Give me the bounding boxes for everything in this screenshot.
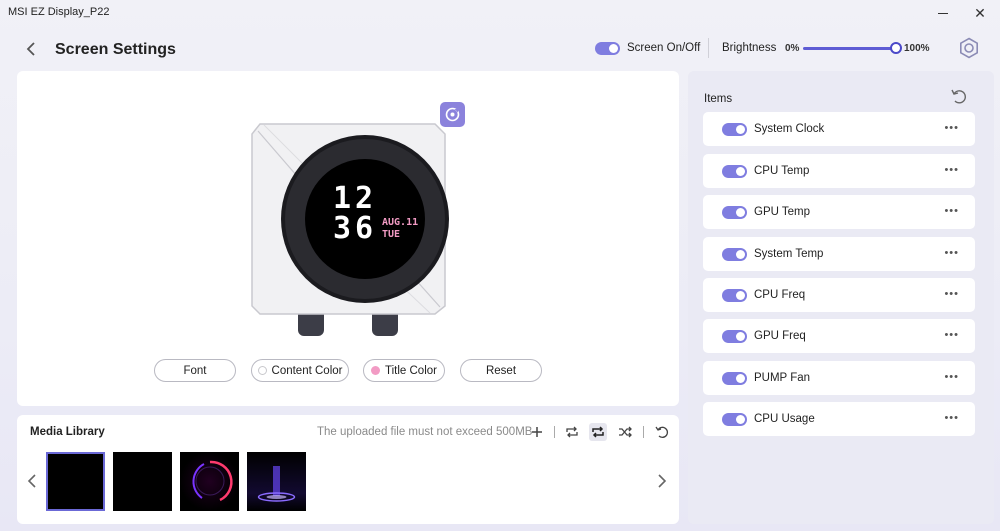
item-label: GPU Freq xyxy=(754,330,806,342)
item-cpu-temp[interactable]: CPU Temp ••• xyxy=(703,154,975,188)
ellipsis-icon[interactable]: ••• xyxy=(944,329,959,341)
item-label: System Clock xyxy=(754,123,825,135)
undo-icon xyxy=(951,89,966,104)
item-label: CPU Usage xyxy=(754,413,815,425)
minimize-button[interactable] xyxy=(928,2,958,24)
ellipsis-icon[interactable]: ••• xyxy=(944,164,959,176)
item-toggle[interactable] xyxy=(722,329,747,343)
title-bar: MSI EZ Display_P22 ✕ xyxy=(0,0,1000,26)
repeat-icon xyxy=(566,426,578,438)
loop-button[interactable] xyxy=(589,423,607,441)
items-panel: Items System Clock ••• CPU Temp ••• GPU … xyxy=(688,71,994,524)
brightness-slider-track[interactable] xyxy=(803,47,895,50)
clock-hour: 12 xyxy=(333,181,378,216)
brightness-max-label: 100% xyxy=(904,43,930,54)
close-button[interactable]: ✕ xyxy=(965,2,995,24)
item-label: CPU Freq xyxy=(754,289,806,301)
brightness-min-label: 0% xyxy=(785,43,800,54)
item-label: CPU Temp xyxy=(754,165,810,177)
media-thumbnail-neon-ring[interactable] xyxy=(180,452,239,511)
items-reset-button[interactable] xyxy=(950,87,968,105)
item-toggle[interactable] xyxy=(722,164,747,178)
palette-icon xyxy=(445,107,460,122)
item-toggle[interactable] xyxy=(722,205,747,219)
shuffle-icon xyxy=(619,426,632,438)
reset-button-label: Reset xyxy=(485,364,517,377)
minimize-icon xyxy=(938,12,948,14)
screen-on-off-toggle[interactable] xyxy=(595,42,620,55)
font-button-label: Font xyxy=(183,364,207,377)
back-button[interactable] xyxy=(20,38,42,60)
cooler-preview: 12 36 AUG.11 TUE xyxy=(250,121,450,336)
close-icon: ✕ xyxy=(974,4,986,21)
item-toggle[interactable] xyxy=(722,288,747,302)
preview-panel: 12 36 AUG.11 TUE Font Content Color Titl… xyxy=(17,71,679,406)
screen-on-off-label: Screen On/Off xyxy=(627,42,701,54)
content-color-button[interactable]: Content Color xyxy=(251,359,349,382)
brightness-slider-handle[interactable] xyxy=(890,42,902,54)
font-button[interactable]: Font xyxy=(154,359,236,382)
app-title: MSI EZ Display_P22 xyxy=(8,6,110,18)
item-pump-fan[interactable]: PUMP Fan ••• xyxy=(703,361,975,395)
title-color-swatch xyxy=(371,366,380,375)
item-system-temp[interactable]: System Temp ••• xyxy=(703,237,975,271)
brightness-label: Brightness xyxy=(722,42,777,54)
reset-button[interactable]: Reset xyxy=(460,359,542,382)
settings-button[interactable] xyxy=(958,37,980,59)
clock-day: TUE xyxy=(382,229,401,240)
undo-icon xyxy=(655,426,668,438)
item-label: GPU Temp xyxy=(754,206,811,218)
media-library-panel: Media Library The uploaded file must not… xyxy=(17,415,679,524)
header-divider xyxy=(708,38,709,58)
item-toggle[interactable] xyxy=(722,122,747,136)
media-thumbnail-black-selected[interactable] xyxy=(46,452,105,511)
item-toggle[interactable] xyxy=(722,412,747,426)
repeat-active-icon xyxy=(592,426,604,438)
media-next-button[interactable] xyxy=(655,470,669,492)
add-media-button[interactable] xyxy=(528,423,546,441)
item-gpu-freq[interactable]: GPU Freq ••• xyxy=(703,319,975,353)
loop-all-button[interactable] xyxy=(563,423,581,441)
content-color-swatch xyxy=(257,366,267,375)
ellipsis-icon[interactable]: ••• xyxy=(944,247,959,259)
toolbar-divider xyxy=(643,426,644,438)
item-system-clock[interactable]: System Clock ••• xyxy=(703,112,975,146)
items-title: Items xyxy=(704,93,733,105)
chevron-right-icon xyxy=(658,474,667,488)
item-cpu-usage[interactable]: CPU Usage ••• xyxy=(703,402,975,436)
plus-icon xyxy=(532,427,542,437)
ellipsis-icon[interactable]: ••• xyxy=(944,122,959,134)
item-toggle[interactable] xyxy=(722,371,747,385)
title-color-label: Title Color xyxy=(385,364,437,377)
chevron-left-icon xyxy=(27,474,36,488)
ellipsis-icon[interactable]: ••• xyxy=(944,205,959,217)
page-title: Screen Settings xyxy=(55,41,176,58)
undo-button[interactable] xyxy=(653,423,671,441)
toolbar-divider xyxy=(554,426,555,438)
item-gpu-temp[interactable]: GPU Temp ••• xyxy=(703,195,975,229)
media-library-title: Media Library xyxy=(30,426,105,438)
clock-date: AUG.11 xyxy=(382,217,419,228)
ellipsis-icon[interactable]: ••• xyxy=(944,288,959,300)
upload-size-note: The uploaded file must not exceed 500MB xyxy=(317,426,533,438)
ellipsis-icon[interactable]: ••• xyxy=(944,371,959,383)
customize-style-button[interactable] xyxy=(440,102,465,127)
item-label: PUMP Fan xyxy=(754,372,811,384)
media-prev-button[interactable] xyxy=(25,470,39,492)
item-toggle[interactable] xyxy=(722,247,747,261)
item-label: System Temp xyxy=(754,248,824,260)
media-thumbnail-black[interactable] xyxy=(113,452,172,511)
clock-minute: 36 xyxy=(333,211,378,246)
ellipsis-icon[interactable]: ••• xyxy=(944,412,959,424)
item-cpu-freq[interactable]: CPU Freq ••• xyxy=(703,278,975,312)
content-color-label: Content Color xyxy=(271,364,343,377)
shuffle-button[interactable] xyxy=(616,423,634,441)
title-color-button[interactable]: Title Color xyxy=(363,359,445,382)
chevron-left-icon xyxy=(26,42,35,56)
media-thumbnail-purple-glow[interactable] xyxy=(247,452,306,511)
gear-icon xyxy=(959,37,979,59)
